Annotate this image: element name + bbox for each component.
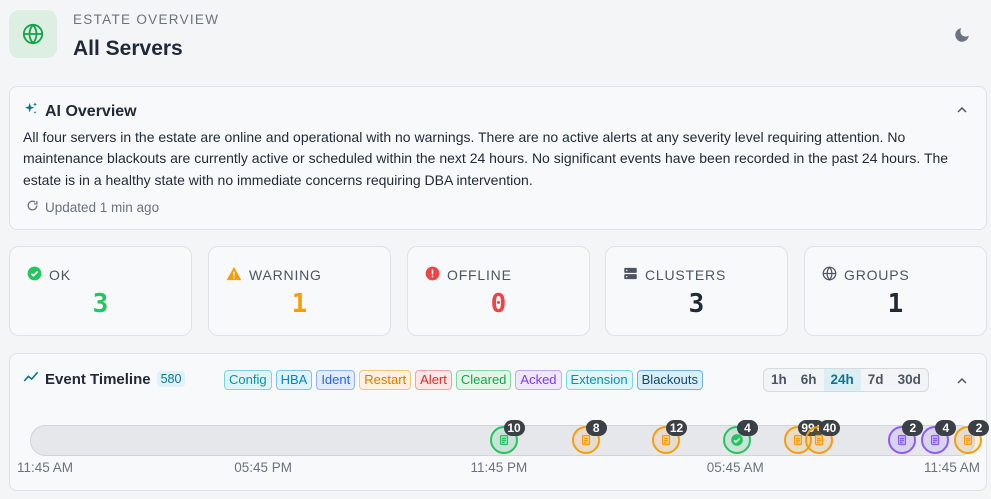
event-timeline-card: Event Timeline 580 Config HBA Ident Restart… [9,353,990,491]
event-count-badge: 4 [736,420,758,436]
ai-overview-header: AI Overview [23,101,137,122]
check-circle-icon [27,266,42,284]
stat-card-offline[interactable]: OFFLINE 0 [407,246,590,336]
server-stack-icon [623,266,638,284]
timeline-track[interactable]: 10 8 12 4 99+ 40 2 4 2 [30,420,990,456]
axis-tick-label: 11:45 PM [470,460,528,475]
stat-card-ok[interactable]: OK 3 [9,246,192,336]
document-icon [929,434,941,446]
timeline-event-marker[interactable]: 4 [722,420,758,454]
stat-label: WARNING [249,267,322,283]
event-timeline-title: Event Timeline [45,370,151,388]
filter-chip-hba[interactable]: HBA [275,370,313,390]
time-range-selector: 1h 6h 24h 7d 30d [763,368,929,392]
range-24h[interactable]: 24h [823,369,861,391]
stat-value: 1 [887,289,904,319]
globe-icon [9,10,57,58]
timeline-event-marker[interactable]: 2 [954,420,990,454]
filter-chip-config[interactable]: Config [224,370,272,390]
document-icon [660,434,672,446]
warning-triangle-icon [226,266,242,284]
error-circle-icon [425,266,440,284]
ai-overview-title: AI Overview [45,102,137,120]
range-30d[interactable]: 30d [891,369,928,391]
timeline-event-marker[interactable]: 4 [921,420,957,454]
document-icon [498,434,510,446]
ai-overview-text: All four servers in the estate are onlin… [23,129,949,188]
axis-tick-label: 11:45 AM [923,460,980,475]
stat-card-clusters[interactable]: CLUSTERS 3 [605,246,788,336]
filter-chip-cleared[interactable]: Cleared [455,370,512,390]
timeline-event-marker[interactable]: 8 [571,420,607,454]
filter-chip-restart[interactable]: Restart [359,370,412,390]
event-count-badge: 2 [902,420,924,436]
document-icon [813,434,825,446]
filter-chip-blackouts[interactable]: Blackouts [636,370,704,390]
moon-icon[interactable] [952,25,972,45]
sparkles-icon [23,101,39,122]
stat-label: OFFLINE [447,267,512,283]
stat-value: 3 [92,289,109,319]
range-1h[interactable]: 1h [764,369,794,391]
event-count-badge: 4 [935,420,957,436]
page-header: ESTATE OVERVIEW All Servers [9,9,984,69]
event-filter-chips: Config HBA Ident Restart Alert Cleared Acked Ex… [224,370,704,390]
trend-line-icon [23,370,39,388]
filter-chip-alert[interactable]: Alert [415,370,452,390]
timeline-event-marker[interactable]: 12 [652,420,688,454]
collapse-ai-overview-button[interactable] [954,102,970,118]
page-title: All Servers [73,37,183,60]
updated-label: Updated 1 min ago [45,199,160,215]
event-count-badge: 12 [666,420,688,436]
event-count-badge: 10 [503,420,525,436]
filter-chip-extension[interactable]: Extension [565,370,633,390]
stat-label: CLUSTERS [645,267,727,283]
ai-overview-card: AI Overview All four servers in the esta… [9,86,987,230]
stat-label: GROUPS [844,267,910,283]
stat-card-warning[interactable]: WARNING 1 [208,246,391,336]
filter-chip-ident[interactable]: Ident [316,370,356,390]
stat-label: OK [49,267,71,283]
event-count-badge: 2 [968,420,990,436]
event-count-badge: 40 [819,420,841,436]
ai-overview-updated: Updated 1 min ago [26,199,159,215]
range-6h[interactable]: 6h [794,369,824,391]
timeline-event-marker[interactable]: 40 [805,420,841,454]
refresh-icon[interactable] [26,199,39,215]
axis-tick-label: 11:45 AM [17,460,74,475]
collapse-timeline-button[interactable] [954,373,970,389]
axis-tick-label: 05:45 AM [706,460,764,475]
axis-tick-label: 05:45 PM [234,460,293,475]
timeline-event-marker[interactable]: 10 [489,420,525,454]
timeline-event-marker[interactable]: 2 [888,420,924,454]
document-icon [792,434,804,446]
document-icon [580,434,592,446]
stat-card-groups[interactable]: GROUPS 1 [804,246,987,336]
filter-chip-acked[interactable]: Acked [515,370,562,390]
stat-value: 0 [490,289,507,319]
event-count-badge: 580 [156,371,186,387]
page-eyebrow: ESTATE OVERVIEW [73,12,220,27]
range-7d[interactable]: 7d [861,369,891,391]
event-count-badge: 8 [585,420,607,436]
globe-icon [822,266,837,284]
document-icon [896,434,908,446]
stat-value: 3 [688,289,705,319]
stat-value: 1 [291,289,308,319]
document-icon [962,434,974,446]
